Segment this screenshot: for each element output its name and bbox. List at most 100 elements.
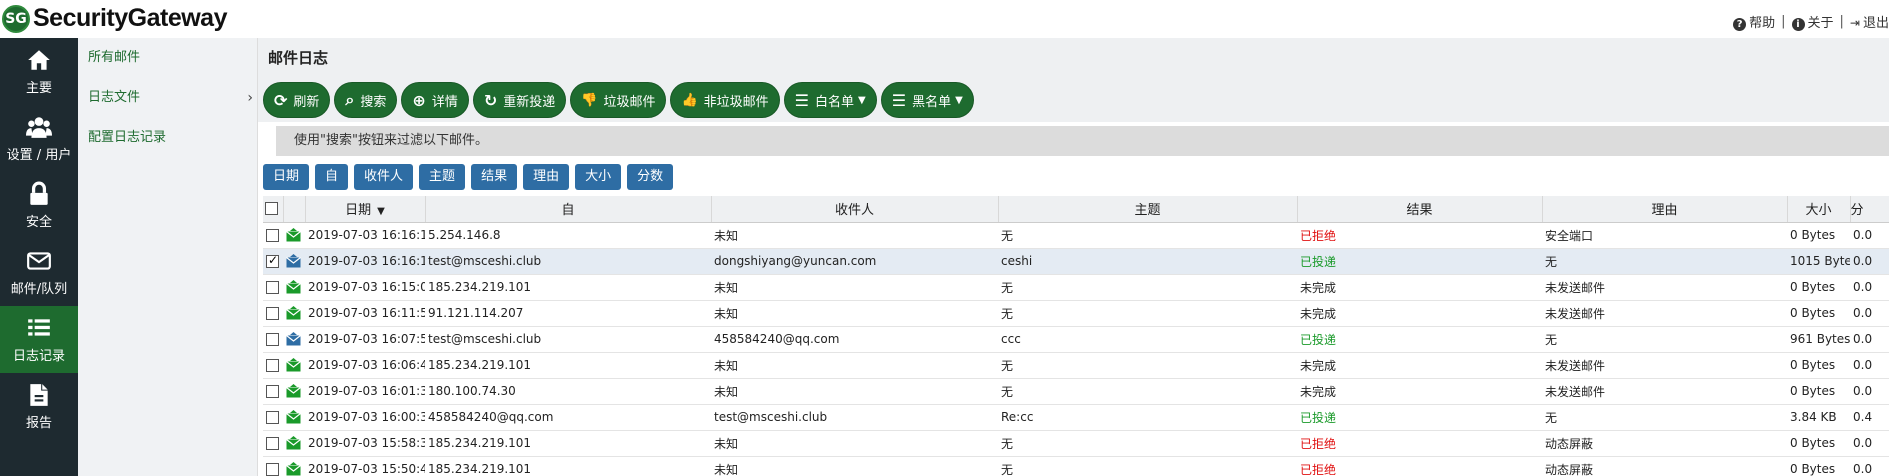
- subnav-item-log-files[interactable]: 日志文件 ›: [78, 78, 257, 118]
- row-checkbox[interactable]: [266, 411, 279, 424]
- table-row[interactable]: 2019-07-03 16:00:35 458584240@qq.com test@…: [263, 404, 1889, 431]
- row-checkbox[interactable]: [266, 437, 279, 450]
- cell-size: 0 Bytes: [1787, 378, 1850, 405]
- lock-icon: [30, 181, 48, 205]
- inbound-mail-icon: [286, 228, 301, 242]
- row-checkbox[interactable]: [266, 229, 279, 242]
- row-checkbox[interactable]: [266, 281, 279, 294]
- cell-from: 185.234.219.101: [425, 456, 711, 476]
- nav-label: 主要: [25, 81, 52, 96]
- header-from[interactable]: 自: [425, 196, 712, 223]
- table-row[interactable]: 2019-07-03 16:15:01 185.234.219.101 未知无未完成…: [263, 274, 1889, 301]
- row-checkbox[interactable]: [266, 463, 279, 476]
- column-toggle-from[interactable]: 自: [315, 164, 349, 190]
- table-row[interactable]: 2019-07-03 16:16:16 5.254.146.8 未知无已拒绝 安全端口…: [263, 222, 1889, 249]
- row-checkbox[interactable]: [266, 333, 279, 346]
- refresh-button[interactable]: ⟳ 刷新: [263, 82, 331, 118]
- refresh-icon: ⟳: [274, 90, 288, 110]
- nav-label: 报告: [25, 416, 52, 431]
- row-checkbox[interactable]: [266, 253, 279, 268]
- button-label: 重新投递: [503, 94, 556, 110]
- header-reason[interactable]: 理由: [1542, 196, 1788, 223]
- nav-item-logging[interactable]: 日志记录: [0, 306, 78, 373]
- list-icon: ☰: [891, 90, 907, 110]
- nav-item-security[interactable]: 安全: [0, 172, 78, 239]
- cell-reason: 安全端口: [1542, 222, 1787, 249]
- table-row[interactable]: 2019-07-03 15:58:34 185.234.219.101 未知无已拒绝…: [263, 430, 1889, 457]
- cell-date: 2019-07-03 16:15:01: [305, 274, 425, 301]
- row-checkbox[interactable]: [266, 307, 279, 320]
- column-toggle-date[interactable]: 日期: [263, 164, 310, 190]
- blacklist-dropdown[interactable]: ☰ 黑名单 ▼: [880, 82, 974, 118]
- cell-recipient: 未知: [711, 378, 998, 405]
- column-toggle-size[interactable]: 大小: [575, 164, 622, 190]
- home-icon: [28, 50, 50, 70]
- help-link[interactable]: ? 帮助: [1733, 12, 1775, 31]
- header-size[interactable]: 大小: [1787, 196, 1851, 223]
- table-row[interactable]: 2019-07-03 15:50:40 185.234.219.101 未知无已拒绝…: [263, 456, 1889, 476]
- cell-result: 已拒绝: [1297, 430, 1542, 457]
- subnav-item-config-logging[interactable]: 配置日志记录: [78, 118, 257, 158]
- subnav-item-all-mail[interactable]: 所有邮件: [78, 38, 257, 78]
- logo-text: SecurityGateway: [33, 4, 228, 32]
- sub-nav: 所有邮件 日志文件 › 配置日志记录: [78, 38, 258, 476]
- whitelist-dropdown[interactable]: ☰ 白名单 ▼: [783, 82, 877, 118]
- inbound-mail-icon: [286, 462, 301, 476]
- column-toggle-recipient[interactable]: 收件人: [354, 164, 414, 190]
- row-select-cell: [263, 300, 283, 327]
- header-subject[interactable]: 主题: [998, 196, 1298, 223]
- inbound-mail-icon: [286, 410, 301, 424]
- table-row[interactable]: 2019-07-03 16:01:34 180.100.74.30 未知无未完成 未发…: [263, 378, 1889, 405]
- button-label: 刷新: [293, 94, 320, 110]
- details-button[interactable]: ⊕ 详情: [401, 82, 469, 118]
- cell-reason: 未发送邮件: [1542, 352, 1787, 379]
- separator: |: [1781, 14, 1786, 29]
- cell-reason: 未发送邮件: [1542, 274, 1787, 301]
- nav-item-mail-queue[interactable]: 邮件/队列: [0, 239, 78, 306]
- search-button[interactable]: ⌕ 搜索: [334, 82, 398, 118]
- column-toggle-score[interactable]: 分数: [627, 164, 674, 190]
- search-icon: ⌕: [345, 90, 355, 109]
- row-icon-cell: [283, 300, 305, 327]
- cell-reason: 无: [1542, 404, 1787, 431]
- table-row[interactable]: 2019-07-03 16:11:51 91.121.114.207 未知无未完成未…: [263, 300, 1889, 327]
- redeliver-button[interactable]: ↻ 重新投递: [472, 82, 567, 118]
- row-icon-cell: [283, 456, 305, 476]
- column-toggle-reason[interactable]: 理由: [523, 164, 570, 190]
- header-date[interactable]: 日期 ▼: [305, 196, 426, 223]
- header-recipient[interactable]: 收件人: [711, 196, 999, 223]
- table-row[interactable]: 2019-07-03 16:06:42 185.234.219.101 未知无未完成…: [263, 352, 1889, 379]
- row-checkbox[interactable]: [266, 385, 279, 398]
- logout-link[interactable]: ⇥ 退出: [1850, 12, 1889, 31]
- column-toggle-subject[interactable]: 主题: [419, 164, 466, 190]
- cell-size: 1015 Bytes: [1787, 248, 1850, 275]
- app-logo[interactable]: SG SecurityGateway: [2, 4, 228, 33]
- cell-date: 2019-07-03 16:00:35: [305, 404, 425, 431]
- select-all-checkbox[interactable]: [265, 202, 278, 216]
- not-spam-button[interactable]: 👍 非垃圾邮件: [670, 82, 780, 118]
- nav-item-settings-users[interactable]: 设置 / 用户: [0, 105, 78, 172]
- header-score[interactable]: 分: [1850, 196, 1889, 223]
- row-select-cell: [263, 404, 283, 431]
- nav-item-main[interactable]: 主要: [0, 38, 78, 105]
- about-link[interactable]: i 关于: [1791, 12, 1834, 31]
- table-row[interactable]: 2019-07-03 16:07:53 test@msceshi.club 4585…: [263, 326, 1889, 353]
- table-row[interactable]: 2019-07-03 16:16:11test@msceshi.clubdong…: [263, 248, 1889, 275]
- column-toggle-result[interactable]: 结果: [471, 164, 518, 190]
- table-body: 2019-07-03 16:16:16 5.254.146.8 未知无已拒绝 安全端口…: [263, 222, 1889, 476]
- nav-item-reports[interactable]: 报告: [0, 373, 78, 440]
- report-icon: [30, 384, 48, 406]
- button-label: 详情: [431, 94, 458, 110]
- select-all-cell: [263, 196, 284, 223]
- spam-button[interactable]: 👎 垃圾邮件: [570, 82, 667, 118]
- cell-from: 185.234.219.101: [425, 430, 711, 457]
- cell-from: 185.234.219.101: [425, 352, 711, 379]
- header-result[interactable]: 结果: [1297, 196, 1543, 223]
- cell-recipient: 未知: [711, 430, 998, 457]
- cell-reason: 无: [1542, 248, 1787, 275]
- cell-result: 已投递: [1297, 326, 1542, 353]
- cell-recipient: dongshiyang@yuncan.com: [711, 248, 998, 275]
- row-checkbox[interactable]: [266, 359, 279, 372]
- thumbs-down-icon: 👎: [581, 92, 598, 108]
- row-select-cell: [263, 248, 283, 275]
